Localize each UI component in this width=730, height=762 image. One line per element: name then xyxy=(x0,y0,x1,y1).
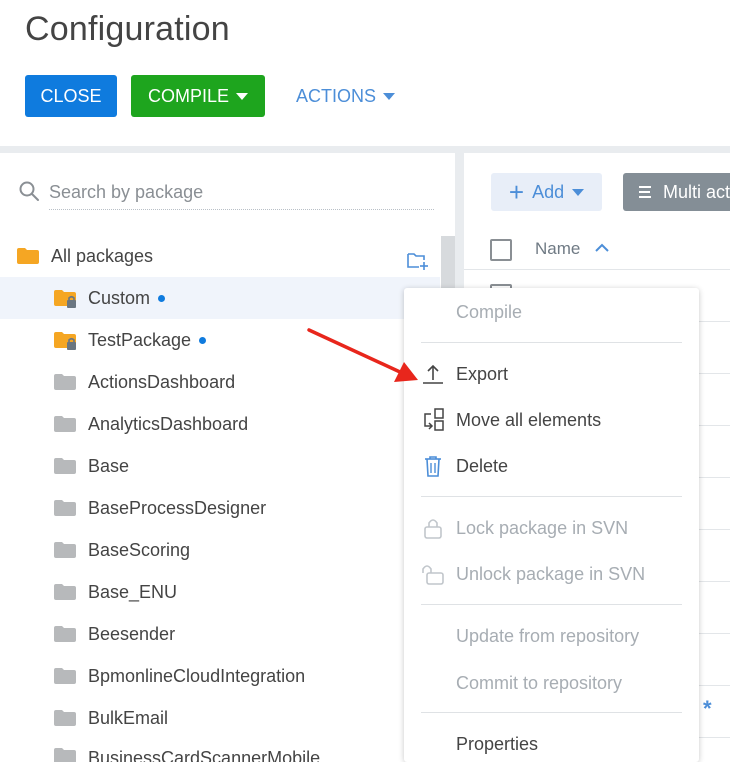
package-context-menu: Compile Export Move all elements Delete xyxy=(404,288,699,762)
page-header: Configuration CLOSE COMPILE ACTIONS xyxy=(0,0,730,146)
menu-item-compile[interactable]: Compile xyxy=(404,289,699,335)
search-icon xyxy=(19,181,39,201)
menu-separator xyxy=(421,712,682,713)
menu-item-update-repository[interactable]: Update from repository xyxy=(404,613,699,659)
tree-item-bulkemail[interactable]: BulkEmail xyxy=(0,697,440,739)
menu-item-delete[interactable]: Delete xyxy=(404,443,699,489)
tree-item-label: Base_ENU xyxy=(88,581,178,602)
menu-item-label: Lock package in SVN xyxy=(456,517,629,538)
trash-icon xyxy=(425,456,441,477)
multi-actions-button[interactable]: Multi actions xyxy=(623,173,730,211)
menu-item-label: Delete xyxy=(456,455,509,476)
menu-separator xyxy=(421,604,682,605)
caret-down-icon xyxy=(236,92,249,100)
folder-icon xyxy=(54,626,76,642)
tree-item-actionsdashboard[interactable]: ActionsDashboard xyxy=(0,361,440,403)
tree-item-basescoring[interactable]: BaseScoring xyxy=(0,529,440,571)
menu-item-lock-svn[interactable]: Lock package in SVN xyxy=(404,505,699,551)
menu-separator xyxy=(421,496,682,497)
folder-icon xyxy=(17,248,39,264)
menu-item-label: Commit to repository xyxy=(456,672,623,693)
locked-folder-icon xyxy=(54,290,76,308)
folder-icon xyxy=(54,458,76,474)
menu-item-move-all-elements[interactable]: Move all elements xyxy=(404,397,699,443)
tree-item-label: Beesender xyxy=(88,623,176,644)
menu-item-label: Update from repository xyxy=(456,625,640,646)
tree-root-label: All packages xyxy=(51,245,154,266)
tree-item-custom[interactable]: Custom xyxy=(0,277,440,319)
multi-actions-label: Multi actions xyxy=(662,181,730,202)
lock-icon xyxy=(424,519,442,539)
menu-separator xyxy=(421,342,682,343)
add-folder-icon[interactable] xyxy=(407,251,429,271)
move-elements-icon xyxy=(424,408,444,431)
menu-item-export[interactable]: Export xyxy=(404,351,699,397)
tree-item-beesender[interactable]: Beesender xyxy=(0,613,440,655)
folder-icon xyxy=(54,748,76,762)
tree-item-label: AnalyticsDashboard xyxy=(88,413,249,434)
menu-lines-icon xyxy=(639,183,651,201)
select-all-checkbox[interactable] xyxy=(490,239,512,261)
changed-indicator-dot xyxy=(199,336,207,344)
tree-root-all-packages[interactable]: All packages xyxy=(0,235,440,277)
add-button-label: Add xyxy=(532,181,565,202)
menu-item-properties[interactable]: Properties xyxy=(404,721,699,762)
package-search xyxy=(18,176,434,211)
tree-item-label: BulkEmail xyxy=(88,707,169,728)
tree-item-label: Custom xyxy=(88,287,151,308)
unlock-icon xyxy=(422,565,444,585)
plus-icon: + xyxy=(508,177,525,207)
name-column-header[interactable]: Name xyxy=(535,239,580,259)
compile-button[interactable]: COMPILE xyxy=(131,75,265,117)
grid-row-divider xyxy=(464,269,730,270)
add-button[interactable]: + Add xyxy=(491,173,602,211)
folder-icon xyxy=(54,584,76,600)
caret-down-icon xyxy=(383,92,396,100)
changed-indicator-dot xyxy=(158,294,166,302)
folder-icon xyxy=(54,542,76,558)
menu-item-label: Export xyxy=(456,363,509,384)
tree-item-base[interactable]: Base xyxy=(0,445,440,487)
page-title: Configuration xyxy=(25,10,230,48)
tree-item-testpackage[interactable]: TestPackage xyxy=(0,319,440,361)
sort-ascending-icon[interactable] xyxy=(595,243,609,253)
close-button[interactable]: CLOSE xyxy=(25,75,117,117)
folder-icon xyxy=(54,374,76,390)
locked-folder-icon xyxy=(54,332,76,350)
menu-item-commit-repository[interactable]: Commit to repository xyxy=(404,660,699,706)
tree-item-label: BusinessCardScannerMobile xyxy=(88,748,321,762)
tree-item-label: BpmonlineCloudIntegration xyxy=(88,665,306,686)
tree-item-label: TestPackage xyxy=(88,329,192,350)
required-star: * xyxy=(703,696,712,721)
export-icon xyxy=(423,364,443,384)
menu-item-label: Compile xyxy=(456,301,523,322)
tree-item-businesscardscannermobile[interactable]: BusinessCardScannerMobile xyxy=(0,739,440,762)
tree-item-label: BaseScoring xyxy=(88,539,191,560)
menu-item-label: Properties xyxy=(456,733,539,754)
tree-item-label: BaseProcessDesigner xyxy=(88,497,267,518)
tree-item-analyticsdashboard[interactable]: AnalyticsDashboard xyxy=(0,403,440,445)
menu-item-label: Unlock package in SVN xyxy=(456,563,646,584)
caret-down-icon xyxy=(572,188,585,196)
search-input[interactable] xyxy=(49,176,434,210)
tree-item-label: Base xyxy=(88,455,130,476)
compile-button-label: COMPILE xyxy=(147,85,230,106)
menu-item-unlock-svn[interactable]: Unlock package in SVN xyxy=(404,551,699,597)
folder-icon xyxy=(54,416,76,432)
tree-item-bpmonlinecloudintegration[interactable]: BpmonlineCloudIntegration xyxy=(0,655,440,697)
folder-icon xyxy=(54,710,76,726)
menu-item-label: Move all elements xyxy=(456,409,602,430)
close-button-label: CLOSE xyxy=(40,85,102,106)
actions-button[interactable]: ACTIONS xyxy=(296,75,396,117)
tree-item-baseprocessdesigner[interactable]: BaseProcessDesigner xyxy=(0,487,440,529)
actions-button-label: ACTIONS xyxy=(296,85,377,106)
folder-icon xyxy=(54,668,76,684)
tree-item-label: ActionsDashboard xyxy=(88,371,236,392)
folder-icon xyxy=(54,500,76,516)
tree-item-base-enu[interactable]: Base_ENU xyxy=(0,571,440,613)
